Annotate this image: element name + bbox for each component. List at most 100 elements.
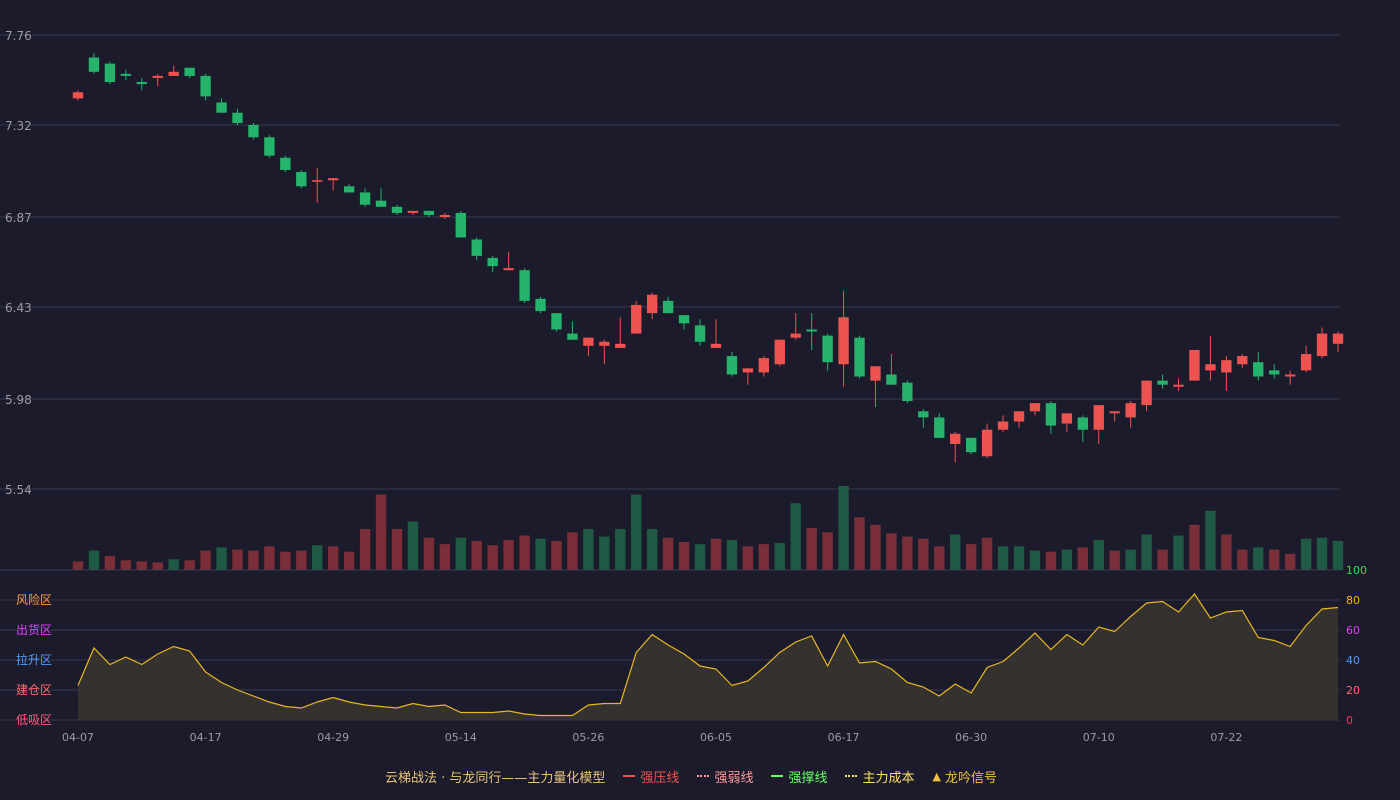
candle-body (1029, 403, 1041, 412)
candle-body (1221, 360, 1232, 373)
legend-label: 强弱线 (714, 770, 754, 786)
candle-body (1125, 403, 1136, 418)
x-tick-label: 06-30 (955, 731, 987, 744)
price-y-axis: 7.76 7.32 6.87 6.43 5.98 5.54 (5, 29, 32, 497)
volume-bar (200, 550, 211, 570)
x-tick-label: 07-10 (1083, 731, 1115, 744)
candle-body (72, 92, 84, 99)
volume-bar (1157, 549, 1168, 570)
candle-body (1269, 370, 1280, 375)
volume-bar (1141, 534, 1152, 570)
price-tick-label: 5.54 (5, 483, 32, 497)
volume-bar (88, 550, 100, 570)
legend-item-support-line[interactable]: 强撑线 (771, 767, 827, 786)
candle-body (1077, 417, 1088, 430)
volume-bar (136, 561, 147, 570)
indicator-area (77, 593, 1339, 720)
candle-body (232, 112, 243, 123)
candle-body (950, 433, 961, 445)
volume-bar (359, 529, 371, 570)
candle-body (965, 437, 977, 453)
volume-bar (631, 494, 642, 570)
volume-bar (1077, 547, 1088, 570)
x-tick-label: 04-29 (317, 731, 349, 744)
zone-label: 风险区 (16, 592, 52, 607)
volume-bar (1253, 547, 1264, 570)
candle-body (1205, 364, 1216, 371)
candle-body (439, 214, 451, 218)
candle-body (997, 421, 1009, 430)
candle-body (806, 329, 817, 332)
volume-bar (758, 544, 770, 570)
volume-bar (407, 521, 419, 570)
candle-body (471, 239, 482, 256)
legend-swatch (771, 775, 784, 777)
legend-item-strength-line[interactable]: 强弱线 (697, 767, 753, 786)
candle-body (902, 382, 913, 402)
candle-body (981, 429, 993, 457)
zone-label: 低吸区 (16, 713, 52, 727)
candle-body (184, 67, 195, 76)
candle-body (343, 186, 355, 193)
candle-body (870, 366, 881, 381)
candle-body (519, 270, 530, 301)
volume-bar (328, 546, 339, 570)
candle-body (662, 300, 674, 314)
price-tick-label: 7.32 (5, 119, 32, 133)
candle-body (200, 75, 211, 97)
volume-bar (264, 546, 275, 570)
candle-body (822, 335, 833, 363)
volume-bar (774, 543, 785, 570)
volume-bar (822, 532, 833, 570)
candle-body (678, 315, 690, 324)
candle-body (1141, 380, 1152, 406)
indicator-tick-label: 40 (1346, 654, 1360, 667)
legend-item-dragon-signal[interactable]: ▲ 龙吟信号 (932, 767, 996, 786)
candle-body (88, 57, 100, 72)
triangle-icon: ▲ (932, 769, 941, 783)
candle-body (487, 257, 498, 267)
volume-bar (934, 546, 945, 570)
volume-bar (1269, 549, 1280, 570)
volume-bar (1205, 510, 1216, 570)
indicator-y-axis: 100 80 60 40 20 0 (1346, 564, 1367, 727)
legend-item-main-cost[interactable]: 主力成本 (845, 767, 914, 786)
volume-bar (1237, 549, 1248, 570)
volume-bar (1029, 550, 1041, 570)
volume-bar (152, 562, 163, 570)
x-tick-label: 05-14 (445, 731, 477, 744)
volume-bar (886, 533, 897, 570)
volume-bar (583, 529, 594, 570)
volume-bar (806, 528, 817, 570)
candle-body (216, 102, 227, 113)
candle-body (551, 313, 562, 330)
volume-bar (1300, 538, 1312, 570)
volume-bar (854, 517, 865, 570)
candle-body (742, 368, 754, 373)
volume-bar (1109, 550, 1120, 570)
volume-bar (1173, 535, 1184, 570)
legend-swatch (845, 775, 858, 777)
candle-body (168, 71, 179, 76)
candle-body (1173, 384, 1184, 387)
volume-bar (391, 529, 403, 570)
candle-body (1109, 411, 1120, 414)
candle-body (1284, 374, 1296, 377)
legend-title: 云梯战法 · 与龙同行——主力量化模型 (385, 770, 606, 786)
candle-body (535, 298, 546, 312)
candle-body (503, 268, 514, 271)
volume-bar (726, 539, 738, 570)
candle-body (1157, 380, 1168, 385)
legend-label: 强撑线 (788, 770, 828, 786)
volume-bar (248, 550, 259, 570)
volume-bar (487, 545, 498, 570)
candle-body (774, 339, 785, 365)
volume-bar (981, 537, 993, 570)
legend-item-pressure-line[interactable]: 强压线 (623, 767, 679, 786)
volume-bar (742, 546, 754, 570)
indicator-tick-label: 60 (1346, 624, 1360, 637)
volume-bar (423, 537, 435, 570)
volume-bar (439, 544, 451, 570)
candle-body (886, 374, 897, 385)
volume-bar (615, 529, 626, 570)
